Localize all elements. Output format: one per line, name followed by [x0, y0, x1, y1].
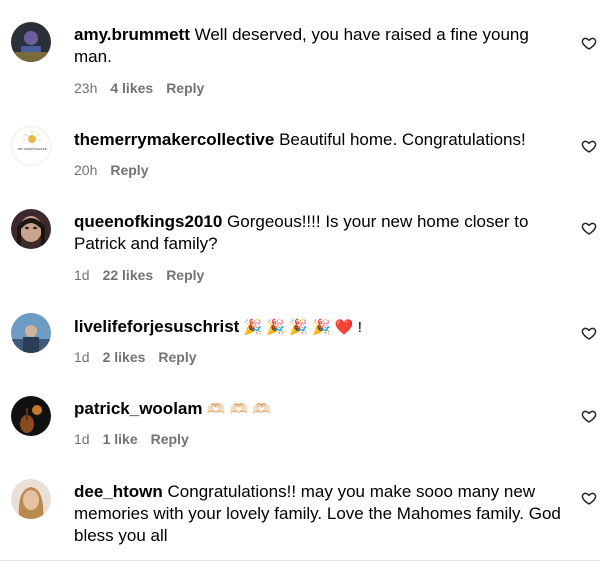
likes-count[interactable]: 1 like — [103, 431, 138, 447]
heart-outline-icon[interactable] — [581, 325, 597, 341]
username[interactable]: dee_htown — [74, 482, 163, 501]
heart-outline-icon[interactable] — [581, 408, 597, 424]
avatar[interactable]: THE MERRYMAKER — [11, 126, 51, 166]
avatar[interactable] — [11, 209, 51, 249]
reply-button[interactable]: Reply — [158, 349, 196, 365]
comment-meta: 23h 4 likes Reply — [74, 80, 217, 96]
timestamp: 1d — [74, 349, 90, 365]
avatar[interactable] — [11, 396, 51, 436]
comment-meta: 1d 1 like Reply — [74, 431, 202, 447]
timestamp: 23h — [74, 80, 98, 96]
avatar[interactable] — [11, 22, 51, 62]
heart-outline-icon[interactable] — [581, 490, 597, 506]
timestamp: 1d — [74, 431, 90, 447]
avatar[interactable] — [11, 313, 51, 353]
comment-body: themerrymakercollective Beautiful home. … — [74, 129, 564, 151]
comment-body: queenofkings2010 Gorgeous!!!! Is your ne… — [74, 211, 564, 255]
comment-body: amy.brummett Well deserved, you have rai… — [74, 24, 564, 68]
comment-text: Beautiful home. Congratulations! — [274, 130, 526, 149]
heart-outline-icon[interactable] — [581, 220, 597, 236]
username[interactable]: amy.brummett — [74, 25, 190, 44]
likes-count[interactable]: 4 likes — [110, 80, 153, 96]
logo-text: THE MERRYMAKER — [17, 147, 48, 151]
username[interactable]: livelifeforjesuschrist — [74, 317, 239, 336]
reply-button[interactable]: Reply — [110, 162, 148, 178]
reply-button[interactable]: Reply — [166, 267, 204, 283]
heart-outline-icon[interactable] — [581, 138, 597, 154]
comment-body: livelifeforjesuschrist 🎉 🎉 🎉 🎉 ❤️ ! — [74, 316, 564, 339]
avatar[interactable] — [11, 479, 51, 519]
username[interactable]: queenofkings2010 — [74, 212, 222, 231]
comment-meta: 1d 2 likes Reply — [74, 349, 210, 365]
divider — [0, 560, 600, 561]
comment-text: 🎉 🎉 🎉 🎉 ❤️ ! — [239, 319, 362, 336]
likes-count[interactable]: 22 likes — [103, 267, 154, 283]
comment-body: dee_htown Congratulations!! may you make… — [74, 481, 564, 547]
reply-button[interactable]: Reply — [166, 80, 204, 96]
comment-meta: 1d 22 likes Reply — [74, 267, 217, 283]
timestamp: 1d — [74, 267, 90, 283]
comment-text: 🫶🏻 🫶🏻 🫶🏻 — [202, 401, 272, 418]
likes-count[interactable]: 2 likes — [103, 349, 146, 365]
username[interactable]: patrick_woolam — [74, 399, 203, 418]
reply-button[interactable]: Reply — [151, 431, 189, 447]
username[interactable]: themerrymakercollective — [74, 130, 274, 149]
comment-body: patrick_woolam 🫶🏻 🫶🏻 🫶🏻 — [74, 398, 564, 421]
comment-meta: 20h Reply — [74, 162, 161, 178]
timestamp: 20h — [74, 162, 98, 178]
heart-outline-icon[interactable] — [581, 35, 597, 51]
